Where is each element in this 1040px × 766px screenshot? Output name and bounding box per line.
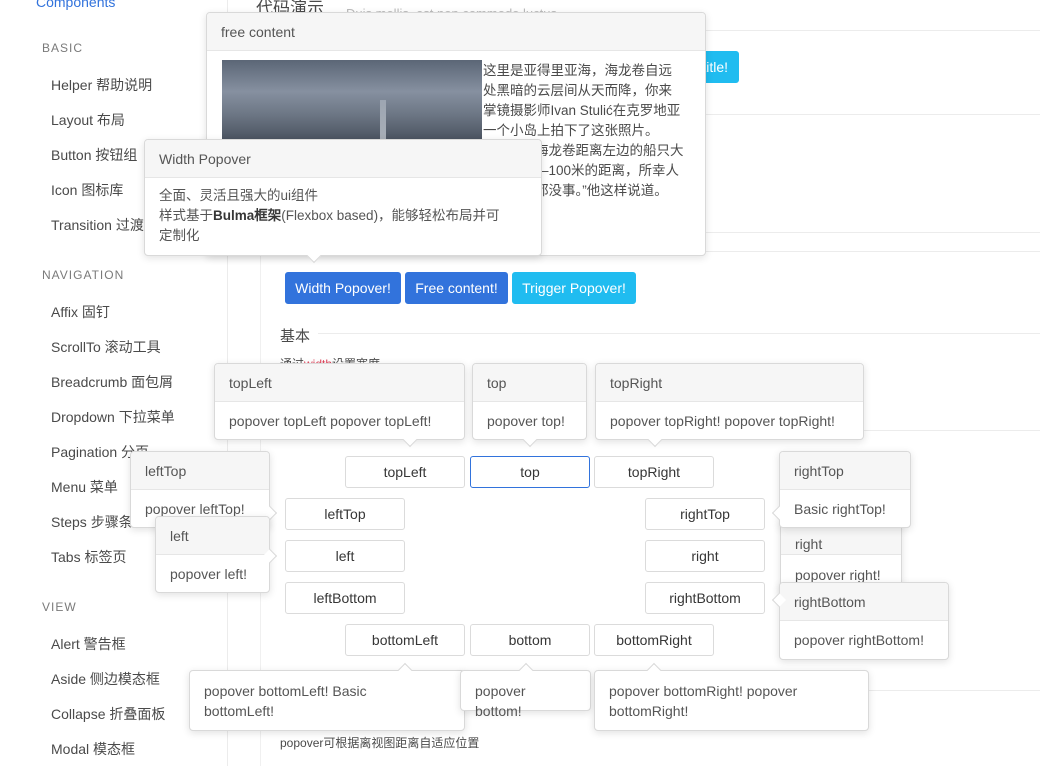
popover-title: free content [207, 13, 705, 51]
popover-left: left popover left! [155, 516, 278, 593]
righttop-button[interactable]: rightTop [645, 498, 765, 530]
popover-width: Width Popover 全面、灵活且强大的ui组件 样式基于Bulma框架(… [144, 139, 542, 264]
sidebar-item-affix[interactable]: Affix 固钉 [51, 302, 110, 322]
tornado-photo [222, 60, 482, 150]
sidebar-item-breadcrumb[interactable]: Breadcrumb 面包屑 [51, 372, 173, 392]
sidebar-item-icon[interactable]: Icon 图标库 [51, 180, 123, 200]
sidebar-item-steps[interactable]: Steps 步骤条 [51, 512, 133, 532]
popover-rightbottom: rightBottom popover rightBottom! [771, 582, 949, 660]
sidebar: Components BASIC Helper 帮助说明 Layout 布局 B… [0, 0, 228, 766]
rightbottom-button[interactable]: rightBottom [645, 582, 765, 614]
popover-top: top popover top! [472, 363, 587, 448]
sidebar-components-link[interactable]: Components [36, 0, 115, 10]
sidebar-item-alert[interactable]: Alert 警告框 [51, 634, 126, 654]
popover-title: Width Popover [145, 140, 541, 178]
sidebar-item-modal[interactable]: Modal 模态框 [51, 739, 135, 759]
sidebar-section-navigation: NAVIGATION [42, 268, 125, 282]
sidebar-section-basic: BASIC [42, 41, 84, 55]
free-content-button[interactable]: Free content! [405, 272, 508, 304]
topleft-button[interactable]: topLeft [345, 456, 465, 488]
bottom-button[interactable]: bottom [470, 624, 590, 656]
popover-bottomleft: popover bottomLeft! Basic bottomLeft! [189, 662, 465, 731]
bottomright-button[interactable]: bottomRight [594, 624, 714, 656]
popover-righttop: rightTop Basic rightTop! [771, 451, 911, 528]
sidebar-section-view: VIEW [42, 600, 77, 614]
sidebar-item-button[interactable]: Button 按钮组 [51, 145, 137, 165]
popover-bottom: popover bottom! [460, 662, 591, 719]
footer-note: popover可根据离视图距离自适应位置 [280, 736, 480, 750]
popover-topright: topRight popover topRight! popover topRi… [595, 363, 864, 448]
popover-topleft: topLeft popover topLeft popover topLeft! [214, 363, 465, 448]
sidebar-item-layout[interactable]: Layout 布局 [51, 110, 125, 130]
width-popover-button[interactable]: Width Popover! [285, 272, 401, 304]
trigger-popover-button[interactable]: Trigger Popover! [512, 272, 636, 304]
sidebar-item-dropdown[interactable]: Dropdown 下拉菜单 [51, 407, 175, 427]
popover-bottomright: popover bottomRight! popover bottomRight… [594, 662, 869, 731]
sidebar-item-tabs[interactable]: Tabs 标签页 [51, 547, 126, 567]
left-button[interactable]: left [285, 540, 405, 572]
top-button[interactable]: top [470, 456, 590, 488]
sidebar-item-helper[interactable]: Helper 帮助说明 [51, 75, 152, 95]
section-basic-title: 基本 [280, 328, 311, 345]
right-button[interactable]: right [645, 540, 765, 572]
sidebar-item-aside[interactable]: Aside 侧边模态框 [51, 669, 160, 689]
sidebar-item-scrollto[interactable]: ScrollTo 滚动工具 [51, 337, 161, 357]
lefttop-button[interactable]: leftTop [285, 498, 405, 530]
sidebar-item-collapse[interactable]: Collapse 折叠面板 [51, 704, 165, 724]
topright-button[interactable]: topRight [594, 456, 714, 488]
bottomleft-button[interactable]: bottomLeft [345, 624, 465, 656]
leftbottom-button[interactable]: leftBottom [285, 582, 405, 614]
sidebar-item-menu[interactable]: Menu 菜单 [51, 477, 118, 497]
sidebar-item-transition[interactable]: Transition 过渡 [51, 215, 144, 235]
